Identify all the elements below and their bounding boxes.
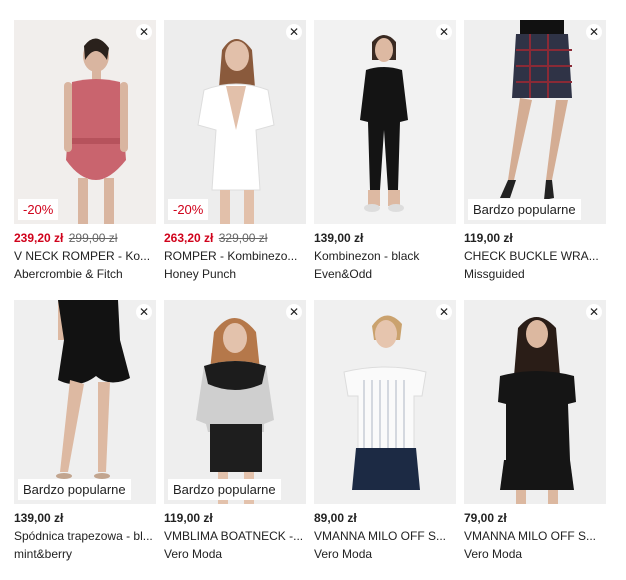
current-price: 263,20 zł	[164, 231, 214, 245]
close-icon[interactable]: ✕	[286, 24, 302, 40]
product-price: 89,00 zł	[314, 511, 456, 526]
product-brand: Vero Moda	[314, 547, 373, 561]
current-price: 89,00 zł	[314, 511, 357, 525]
product-photo	[314, 20, 456, 224]
product-grid: ✕ -20% 239,20 zł 299,00 zł V NECK ROMPER…	[0, 0, 626, 580]
product-card[interactable]: ✕ -20% 263,20 zł 329,00 zł ROMPER - Komb…	[164, 20, 306, 282]
product-brand: Vero Moda	[464, 547, 523, 561]
close-icon[interactable]: ✕	[436, 24, 452, 40]
popularity-badge: Bardzo popularne	[468, 199, 581, 220]
close-icon[interactable]: ✕	[136, 24, 152, 40]
product-card[interactable]: ✕ 79,00 zł VMANNA MILO OFF S... Vero Mod…	[464, 300, 606, 562]
current-price: 239,20 zł	[14, 231, 64, 245]
product-name[interactable]: V NECK ROMPER - Ko...	[14, 249, 156, 264]
product-card[interactable]: ✕ 89,00 zł VMANNA MILO OFF S... Vero Mod…	[314, 300, 456, 562]
product-card[interactable]: ✕ Bardzo popularne 119,00 zł VMBLIMA BOA…	[164, 300, 306, 562]
current-price: 119,00 zł	[464, 231, 513, 245]
close-icon[interactable]: ✕	[286, 304, 302, 320]
product-brand: mint&berry	[14, 547, 73, 561]
product-name[interactable]: VMANNA MILO OFF S...	[464, 529, 606, 544]
product-card[interactable]: ✕ Bardzo popularne 119,00 zł CHECK BUCKL…	[464, 20, 606, 282]
old-price: 299,00 zł	[68, 231, 118, 245]
close-icon[interactable]: ✕	[136, 304, 152, 320]
product-price: 119,00 zł	[464, 231, 606, 246]
product-price: 79,00 zł	[464, 511, 606, 526]
current-price: 139,00 zł	[314, 231, 364, 245]
product-name[interactable]: ROMPER - Kombinezo...	[164, 249, 306, 264]
product-price: 239,20 zł 299,00 zł	[14, 231, 156, 246]
product-photo	[164, 20, 306, 224]
product-brand: Abercrombie & Fitch	[14, 267, 123, 281]
close-icon[interactable]: ✕	[436, 304, 452, 320]
current-price: 119,00 zł	[164, 511, 213, 525]
old-price: 329,00 zł	[218, 231, 268, 245]
discount-badge: -20%	[168, 199, 209, 220]
product-card[interactable]: ✕ Bardzo popularne 139,00 zł Spódnica tr…	[14, 300, 156, 562]
current-price: 79,00 zł	[464, 511, 507, 525]
popularity-badge: Bardzo popularne	[168, 479, 281, 500]
product-brand: Missguided	[464, 267, 525, 281]
product-brand: Honey Punch	[164, 267, 237, 281]
product-price: 119,00 zł	[164, 511, 306, 526]
product-photo	[14, 20, 156, 224]
product-price: 139,00 zł	[14, 511, 156, 526]
discount-badge: -20%	[18, 199, 59, 220]
product-photo	[464, 300, 606, 504]
current-price: 139,00 zł	[14, 511, 64, 525]
product-brand: Vero Moda	[164, 547, 223, 561]
product-price: 139,00 zł	[314, 231, 456, 246]
product-image[interactable]: ✕	[314, 20, 456, 224]
product-photo	[14, 300, 156, 504]
product-image[interactable]: ✕	[314, 300, 456, 504]
product-price: 263,20 zł 329,00 zł	[164, 231, 306, 246]
product-brand: Even&Odd	[314, 267, 373, 281]
product-card[interactable]: ✕ 139,00 zł Kombinezon - black Even&Odd	[314, 20, 456, 282]
product-photo	[164, 300, 306, 504]
close-icon[interactable]: ✕	[586, 24, 602, 40]
product-image[interactable]: ✕	[464, 300, 606, 504]
close-icon[interactable]: ✕	[586, 304, 602, 320]
product-image[interactable]: ✕ Bardzo popularne	[14, 300, 156, 504]
popularity-badge: Bardzo popularne	[18, 479, 131, 500]
product-photo	[314, 300, 456, 504]
product-name[interactable]: Kombinezon - black	[314, 249, 456, 264]
product-name[interactable]: CHECK BUCKLE WRA...	[464, 249, 606, 264]
product-image[interactable]: ✕ Bardzo popularne	[464, 20, 606, 224]
product-name[interactable]: VMANNA MILO OFF S...	[314, 529, 456, 544]
product-image[interactable]: ✕ Bardzo popularne	[164, 300, 306, 504]
product-image[interactable]: ✕ -20%	[164, 20, 306, 224]
product-name[interactable]: Spódnica trapezowa - bl...	[14, 529, 156, 544]
product-card[interactable]: ✕ -20% 239,20 zł 299,00 zł V NECK ROMPER…	[14, 20, 156, 282]
product-name[interactable]: VMBLIMA BOATNECK -...	[164, 529, 306, 544]
product-photo	[464, 20, 606, 224]
product-image[interactable]: ✕ -20%	[14, 20, 156, 224]
